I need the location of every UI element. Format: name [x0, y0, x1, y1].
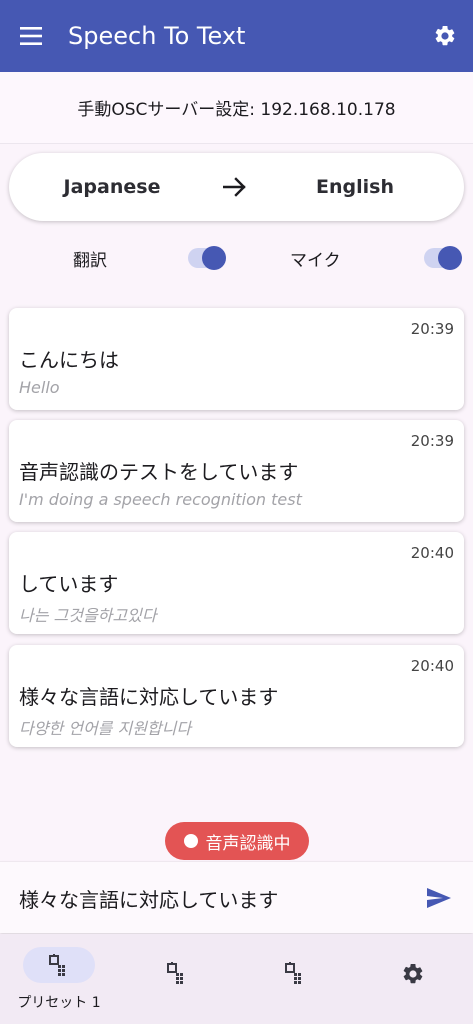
preset-icon [285, 962, 301, 984]
nav-preset-3[interactable] [236, 934, 354, 1024]
message-time: 20:39 [410, 432, 454, 450]
message-card[interactable]: 20:40 様々な言語に対応しています 다양한 언어를 지원합니다 [9, 645, 464, 747]
menu-button[interactable] [0, 0, 64, 72]
recording-dot-icon [183, 834, 198, 848]
switch-knob [202, 246, 226, 270]
preset-icon [49, 954, 65, 976]
osc-server-text: 手動OSCサーバー設定: 192.168.10.178 [77, 100, 396, 120]
osc-server-setting[interactable]: 手動OSCサーバー設定: 192.168.10.178 [0, 72, 473, 144]
bottom-navigation: プリセット 1 [0, 934, 473, 1024]
mic-switch[interactable] [424, 246, 462, 270]
message-card[interactable]: 20:39 音声認識のテストをしています I'm doing a speech … [9, 420, 464, 522]
nav-preset-1[interactable]: プリセット 1 [0, 934, 118, 1024]
message-original: 音声認識のテストをしています [19, 460, 299, 484]
translation-toggle-label: 翻訳 [73, 251, 107, 271]
nav-label: プリセット 1 [17, 995, 101, 1011]
app-bar: Speech To Text [0, 0, 473, 72]
gear-icon [403, 963, 423, 984]
arrow-right-icon [223, 177, 246, 197]
message-original: しています [19, 572, 119, 596]
swap-languages-button[interactable] [215, 177, 255, 197]
menu-icon [20, 27, 42, 45]
source-language-button[interactable]: Japanese [9, 176, 215, 198]
translation-switch[interactable] [188, 246, 226, 270]
send-button[interactable] [423, 882, 455, 914]
send-icon [427, 888, 451, 908]
nav-active-indicator [23, 947, 95, 983]
gear-icon [435, 25, 455, 46]
message-translation: 다양한 언어를 지원합니다 [19, 719, 192, 738]
toggle-row: 翻訳 マイク [0, 236, 473, 280]
target-language-button[interactable]: English [255, 176, 455, 198]
message-card[interactable]: 20:39 こんにちは Hello [9, 308, 464, 410]
language-selector: Japanese English [9, 153, 464, 221]
mic-toggle-label: マイク [290, 251, 341, 271]
switch-knob [438, 246, 462, 270]
message-time: 20:40 [410, 544, 454, 562]
app-title: Speech To Text [68, 22, 246, 50]
recognition-status-badge[interactable]: 音声認識中 [165, 822, 309, 860]
message-original: こんにちは [19, 348, 119, 372]
message-input[interactable]: 様々な言語に対応しています [19, 884, 278, 913]
message-translation: I'm doing a speech recognition test [19, 490, 302, 509]
recognition-status-label: 音声認識中 [205, 833, 291, 854]
message-translation: 나는 그것을하고있다 [19, 606, 157, 625]
preset-icon [167, 962, 183, 984]
message-original: 様々な言語に対応しています [19, 685, 279, 709]
nav-preset-2[interactable] [118, 934, 236, 1024]
message-time: 20:39 [410, 320, 454, 338]
message-card[interactable]: 20:40 しています 나는 그것을하고있다 [9, 532, 464, 634]
nav-settings[interactable] [354, 934, 472, 1024]
input-bar: 様々な言語に対応しています [0, 861, 473, 933]
message-translation: Hello [19, 378, 60, 397]
settings-button[interactable] [417, 0, 473, 72]
message-time: 20:40 [410, 657, 454, 675]
